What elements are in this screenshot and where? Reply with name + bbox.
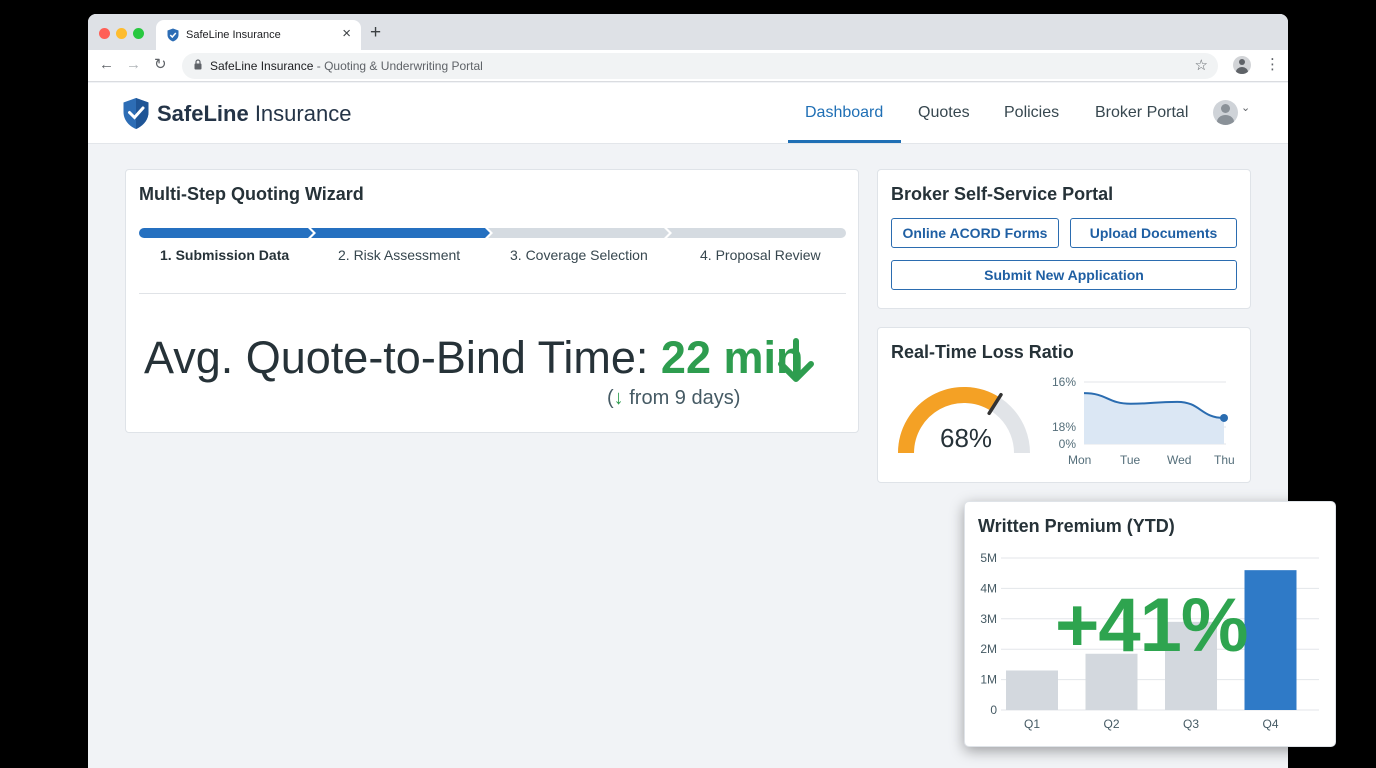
divider [139,293,846,294]
x-tick-label: Q3 [1183,717,1199,731]
online-acord-forms-button[interactable]: Online ACORD Forms [891,218,1059,248]
url-path: - Quoting & Underwriting Portal [313,59,483,73]
loss-ratio-card: Real-Time Loss Ratio 68% 16% 18% 0% Mon Tue W… [877,327,1251,483]
close-window-button[interactable] [99,28,110,39]
broker-portal-card: Broker Self-Service Portal Online ACORD … [877,169,1251,309]
loss-end-point [1220,413,1228,422]
step-2-segment [311,228,490,238]
written-premium-title: Written Premium (YTD) [978,516,1175,536]
quote-to-bind-kpi: Avg. Quote-to-Bind Time: 22 min [144,332,804,383]
y-tick-label: 0% [1059,437,1077,451]
nav-policies[interactable]: Policies [1004,104,1059,122]
y-tick-label: 18% [1052,420,1076,434]
loss-ratio-trend-chart: 16% 18% 0% Mon Tue Wed Thu [1052,375,1235,467]
step-4-segment [667,228,846,238]
x-tick-label: Mon [1068,453,1091,467]
x-tick-label: Q2 [1103,717,1119,731]
written-premium-card: 5M 4M 3M 2M 1M 0 Q1 Q2 Q3 Q4 Written Premium (YTD… [964,501,1336,747]
y-tick-label: 16% [1052,375,1076,389]
premium-bar [1244,570,1297,710]
y-tick-label: 3M [980,612,997,626]
upload-documents-button[interactable]: Upload Documents [1070,218,1237,248]
gauge-value: 68% [940,423,993,453]
nav-broker-portal[interactable]: Broker Portal [1095,104,1188,122]
loss-area [1084,393,1224,444]
wizard-step-4[interactable]: 4. Proposal Review [700,247,821,263]
maximize-window-button[interactable] [133,28,144,39]
app-header: SafeLine Insurance Dashboard Quotes Poli… [88,83,1288,144]
browser-menu-icon[interactable]: ⋮ [1265,56,1280,74]
address-bar: ← → ↻ SafeLine Insurance - Quoting & Und… [88,50,1288,82]
shield-favicon-icon [167,28,179,42]
lock-icon [194,59,202,70]
down-arrow-icon [778,338,814,382]
close-tab-icon[interactable]: × [342,26,351,42]
step-1-segment [139,228,313,238]
back-arrow-icon[interactable]: ← [99,56,114,74]
user-avatar[interactable] [1213,100,1238,125]
bookmark-star-icon[interactable]: ☆ [1195,56,1208,74]
reload-icon[interactable]: ↻ [154,56,167,74]
kpi-comparison: (↓ from 9 days) [607,387,741,409]
step-3-segment [488,228,669,238]
x-tick-label: Q4 [1262,717,1278,731]
tab-bar: SafeLine Insurance × + [88,14,1288,50]
y-tick-label: 2M [980,642,997,656]
url-host: SafeLine Insurance [210,59,314,73]
browser-tab[interactable]: SafeLine Insurance × [156,20,361,50]
x-tick-label: Thu [1214,453,1235,467]
premium-bar [1006,670,1058,710]
shield-logo-icon [123,98,149,129]
chevron-down-icon[interactable]: ⌄ [1241,101,1250,114]
active-nav-indicator [788,140,901,143]
premium-growth: +41% [1055,583,1248,668]
x-tick-label: Q1 [1024,717,1040,731]
wizard-title: Multi-Step Quoting Wizard [139,184,364,204]
loss-ratio-title: Real-Time Loss Ratio [891,342,1074,362]
brand-name[interactable]: SafeLine Insurance [157,101,351,127]
small-down-arrow-icon: ↓ [613,387,624,409]
wizard-step-2[interactable]: 2. Risk Assessment [338,247,460,263]
x-tick-label: Wed [1167,453,1191,467]
quoting-wizard-card: Multi-Step Quoting Wizard 1. Submission … [125,169,859,433]
y-tick-label: 0 [990,703,997,717]
y-tick-label: 4M [980,581,997,595]
new-tab-button[interactable]: + [370,23,381,43]
nav-dashboard[interactable]: Dashboard [805,104,883,122]
minimize-window-button[interactable] [116,28,127,39]
x-tick-label: Tue [1120,453,1141,467]
wizard-progress-bar [139,228,846,238]
y-tick-label: 1M [980,673,997,687]
tab-title: SafeLine Insurance [186,29,281,41]
wizard-step-3[interactable]: 3. Coverage Selection [510,247,648,263]
y-tick-label: 5M [980,551,997,565]
browser-profile-icon[interactable] [1233,56,1251,74]
forward-arrow-icon[interactable]: → [126,56,141,74]
wizard-step-1[interactable]: 1. Submission Data [160,247,289,263]
nav-quotes[interactable]: Quotes [918,104,970,122]
submit-new-application-button[interactable]: Submit New Application [891,260,1237,290]
broker-portal-title: Broker Self-Service Portal [891,184,1114,204]
url-field[interactable]: SafeLine Insurance - Quoting & Underwrit… [182,53,1218,79]
